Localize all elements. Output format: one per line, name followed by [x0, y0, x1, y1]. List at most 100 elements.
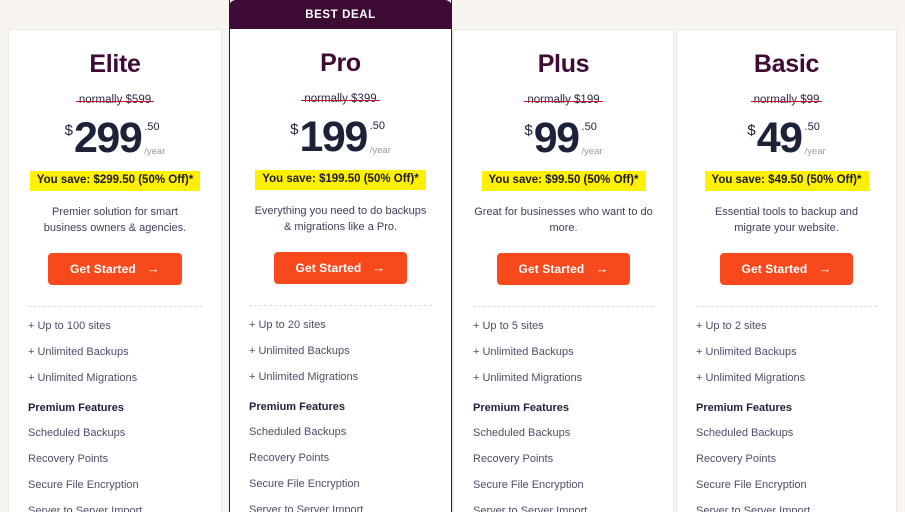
price-suffix: .50/year	[581, 120, 603, 157]
plan-tagline-pro: Everything you need to do backups & migr…	[254, 205, 427, 233]
arrow-right-icon: →	[146, 261, 160, 277]
currency-symbol: $	[64, 121, 73, 139]
price-cents: .50	[804, 120, 820, 133]
price-period: /year	[369, 144, 391, 156]
price-row-pro: $199.50/year	[244, 112, 437, 164]
plan-tagline-basic: Essential tools to backup and migrate yo…	[714, 206, 859, 234]
price-cents: .50	[144, 120, 160, 133]
premium-feature-item: Recovery Points	[28, 452, 109, 465]
original-price-text: normally $399	[301, 93, 380, 105]
save-badge-wrap: You save: $49.50 (50% Off)*	[691, 170, 882, 191]
feature-list-pro: + Up to 20 sites + Unlimited Backups + Unl…	[244, 318, 437, 383]
pricing-table: Elite normally $599 $299.50/year You save: …	[0, 0, 905, 512]
premium-feature-item: Secure File Encryption	[696, 478, 807, 491]
feature-item: + Unlimited Migrations	[28, 371, 138, 384]
save-badge-basic: You save: $49.50 (50% Off)*	[704, 170, 869, 191]
get-started-button-plus[interactable]: Get Started →	[496, 252, 631, 285]
get-started-button-basic[interactable]: Get Started →	[719, 252, 854, 285]
price-period: /year	[804, 145, 826, 157]
get-started-label: Get Started	[741, 261, 808, 276]
currency-symbol: $	[524, 121, 533, 139]
plan-title-plus: Plus	[537, 50, 590, 78]
premium-feature-list-elite: Scheduled Backups Recovery Points Secure F…	[23, 426, 207, 512]
best-deal-label: BEST DEAL	[305, 8, 376, 21]
feature-item: + Up to 20 sites	[249, 318, 326, 331]
arrow-right-icon: →	[372, 260, 386, 276]
feature-list-basic: + Up to 2 sites + Unlimited Backups + Unli…	[691, 319, 882, 384]
feature-item: + Unlimited Migrations	[473, 371, 583, 384]
plan-title-elite: Elite	[89, 50, 141, 78]
get-started-label: Get Started	[518, 261, 585, 276]
plan-title-basic: Basic	[753, 50, 820, 78]
arrow-right-icon: →	[818, 261, 832, 277]
card-inner-plus: Plus normally $199 $99.50/year You save: $9…	[454, 30, 673, 512]
card-inner-basic: Basic normally $99 $49.50/year You save: $4…	[677, 30, 896, 512]
feature-item: + Unlimited Migrations	[696, 371, 806, 384]
pricing-card-plus: Plus normally $199 $99.50/year You save: $9…	[453, 29, 674, 512]
price-cents: .50	[369, 119, 386, 132]
premium-feature-item: Scheduled Backups	[473, 426, 571, 439]
cta-wrap: Get Started →	[691, 252, 882, 285]
premium-feature-item: Scheduled Backups	[28, 426, 126, 439]
price-suffix: .50/year	[804, 120, 826, 157]
price-row-plus: $99.50/year	[468, 113, 659, 165]
save-badge-wrap: You save: $99.50 (50% Off)*	[468, 170, 659, 191]
feature-item: + Up to 2 sites	[696, 319, 767, 332]
card-divider	[696, 305, 877, 307]
price-suffix: .50/year	[144, 120, 166, 157]
premium-feature-item: Recovery Points	[473, 452, 554, 465]
original-price-pro: normally $399	[244, 93, 437, 107]
original-price-text: normally $99	[750, 94, 823, 106]
price-amount: 199	[299, 112, 368, 161]
premium-feature-item: Scheduled Backups	[249, 425, 347, 438]
card-inner-pro: Pro normally $399 $199.50/year You save: $1…	[230, 29, 451, 512]
original-price-text: normally $199	[524, 94, 603, 106]
premium-feature-item: Recovery Points	[696, 452, 777, 465]
feature-item: + Unlimited Migrations	[249, 370, 359, 383]
premium-feature-item: Server to Server Import	[28, 504, 143, 512]
cta-wrap: Get Started →	[468, 252, 659, 285]
premium-feature-list-pro: Scheduled Backups Recovery Points Secure F…	[244, 425, 437, 512]
price-period: /year	[144, 145, 166, 157]
price-suffix: .50/year	[369, 119, 391, 156]
premium-feature-item: Server to Server Import	[696, 504, 811, 512]
feature-item: + Unlimited Backups	[249, 344, 350, 357]
feature-item: + Up to 5 sites	[473, 319, 544, 332]
get-started-label: Get Started	[70, 261, 136, 276]
feature-item: + Unlimited Backups	[28, 345, 129, 358]
get-started-button-pro[interactable]: Get Started →	[273, 251, 408, 284]
save-badge-plus: You save: $99.50 (50% Off)*	[481, 170, 646, 191]
premium-features-heading: Premium Features	[473, 401, 569, 414]
plan-title-pro: Pro	[320, 49, 361, 77]
save-badge-elite: You save: $299.50 (50% Off)*	[29, 170, 201, 191]
original-price-elite: normally $599	[23, 94, 207, 108]
feature-list-plus: + Up to 5 sites + Unlimited Backups + Unli…	[468, 319, 659, 384]
premium-features-heading: Premium Features	[28, 401, 124, 414]
premium-feature-item: Server to Server Import	[249, 503, 364, 512]
premium-feature-item: Secure File Encryption	[473, 478, 584, 491]
get-started-button-elite[interactable]: Get Started →	[48, 252, 182, 285]
price-cents: .50	[581, 120, 597, 133]
premium-feature-list-basic: Scheduled Backups Recovery Points Secure F…	[691, 426, 882, 512]
get-started-label: Get Started	[295, 260, 362, 275]
feature-item: + Unlimited Backups	[473, 345, 574, 358]
original-price-basic: normally $99	[691, 94, 882, 108]
premium-feature-item: Scheduled Backups	[696, 426, 794, 439]
save-badge-pro: You save: $199.50 (50% Off)*	[255, 169, 426, 190]
premium-feature-list-plus: Scheduled Backups Recovery Points Secure F…	[468, 426, 659, 512]
premium-features-heading: Premium Features	[696, 401, 792, 414]
price-period: /year	[581, 145, 603, 157]
premium-feature-item: Secure File Encryption	[249, 477, 360, 490]
currency-symbol: $	[290, 120, 299, 138]
arrow-right-icon: →	[595, 261, 609, 277]
premium-features-heading: Premium Features	[249, 400, 345, 413]
price-amount: 99	[533, 113, 580, 162]
price-row-elite: $299.50/year	[23, 116, 207, 165]
feature-list-elite: + Up to 100 sites + Unlimited Backups + Un…	[23, 320, 207, 384]
plan-tagline-elite: Premier solution for smart business owne…	[43, 206, 187, 234]
card-inner-elite: Elite normally $599 $299.50/year You save: …	[9, 30, 221, 512]
card-divider	[249, 304, 432, 306]
pricing-card-basic: Basic normally $99 $49.50/year You save: $4…	[676, 29, 897, 512]
premium-feature-item: Secure File Encryption	[28, 478, 139, 491]
card-divider	[28, 305, 202, 307]
